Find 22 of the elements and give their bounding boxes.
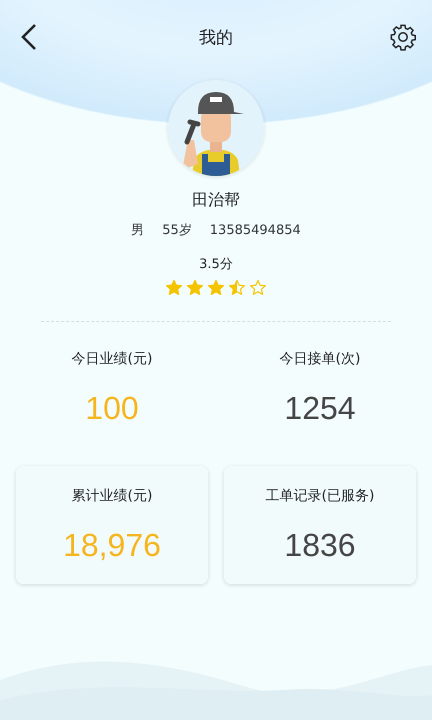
stat-value: 18,976 [63,526,161,564]
stat-card[interactable]: 累计业绩(元) 18,976 [16,466,208,584]
star-icon [228,279,246,297]
phone-number: 13585494854 [210,223,301,238]
stat-label: 今日接单(次) [280,350,360,368]
stat-value: 100 [85,390,139,426]
stat-label: 累计业绩(元) [72,486,152,504]
stat-label: 今日业绩(元) [72,350,152,368]
star-icon [165,279,183,297]
user-name: 田治帮 [192,190,240,211]
star-icon [249,279,267,297]
stat-label: 工单记录(已服务) [266,486,374,504]
star-icon [207,279,225,297]
age-text: 55岁 [162,222,192,239]
star-icon [186,279,204,297]
rating-score: 3.5分 [199,256,233,273]
gender-text: 男 [131,222,144,239]
settings-icon[interactable] [388,22,418,52]
page-title: 我的 [199,26,233,48]
stat-value: 1836 [284,526,356,564]
stat-value: 1254 [284,390,356,426]
stat-card[interactable]: 工单记录(已服务) 1836 [224,466,416,584]
